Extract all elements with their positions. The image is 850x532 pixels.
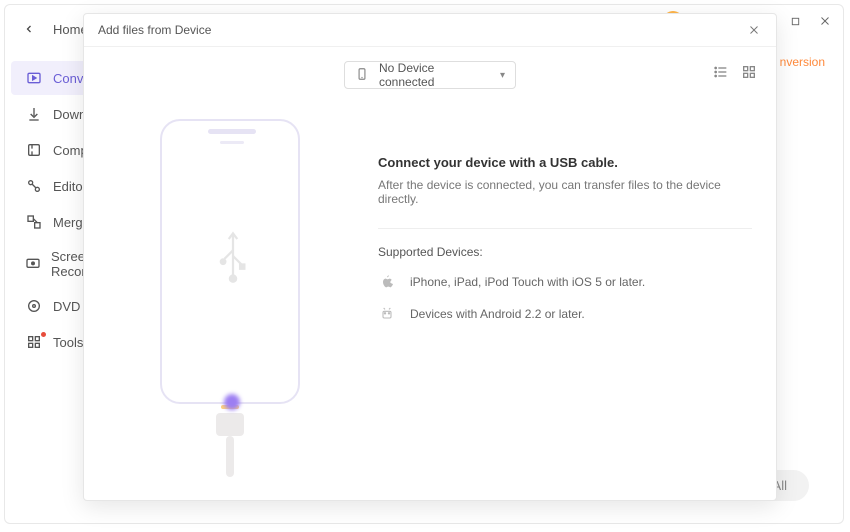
add-files-modal: Add files from Device No Device connecte… xyxy=(83,13,777,501)
close-button[interactable] xyxy=(817,13,833,29)
converter-icon xyxy=(25,69,43,87)
back-button[interactable] xyxy=(19,19,39,39)
merger-icon xyxy=(25,213,43,231)
dvd-icon xyxy=(25,297,43,315)
modal-header: Add files from Device xyxy=(84,14,776,47)
tools-icon xyxy=(25,333,43,351)
supported-device-row: iPhone, iPad, iPod Touch with iOS 5 or l… xyxy=(378,273,752,291)
close-icon[interactable] xyxy=(746,22,762,38)
info-panel: Connect your device with a USB cable. Af… xyxy=(378,119,752,477)
device-select-label: No Device connected xyxy=(379,61,490,89)
phone-icon xyxy=(355,67,369,84)
connect-headline: Connect your device with a USB cable. xyxy=(378,155,752,170)
list-view-icon[interactable] xyxy=(712,63,730,81)
grid-view-icon[interactable] xyxy=(740,63,758,81)
editor-icon xyxy=(25,177,43,195)
app-window: Home Converter Downloader Compressor Edi… xyxy=(4,4,844,524)
supported-device-text: iPhone, iPad, iPod Touch with iOS 5 or l… xyxy=(410,275,645,289)
sidebar-item-label: Tools xyxy=(53,335,83,350)
connect-subline: After the device is connected, you can t… xyxy=(378,178,752,206)
cable-illustration xyxy=(218,405,242,477)
android-icon xyxy=(378,305,396,323)
apple-icon xyxy=(378,273,396,291)
supported-device-text: Devices with Android 2.2 or later. xyxy=(410,307,585,321)
usb-icon xyxy=(216,226,250,291)
screen-icon xyxy=(25,255,41,273)
modal-title: Add files from Device xyxy=(98,23,211,37)
modal-toolbar: No Device connected ▾ xyxy=(84,47,776,99)
device-select[interactable]: No Device connected ▾ xyxy=(344,61,516,89)
supported-label: Supported Devices: xyxy=(378,245,752,259)
conversion-tag: nversion xyxy=(780,55,825,69)
phone-illustration xyxy=(140,119,320,477)
chevron-down-icon: ▾ xyxy=(500,70,505,81)
supported-device-row: Devices with Android 2.2 or later. xyxy=(378,305,752,323)
compressor-icon xyxy=(25,141,43,159)
maximize-button[interactable] xyxy=(787,13,803,29)
download-icon xyxy=(25,105,43,123)
sidebar-item-label: Editor xyxy=(53,179,87,194)
